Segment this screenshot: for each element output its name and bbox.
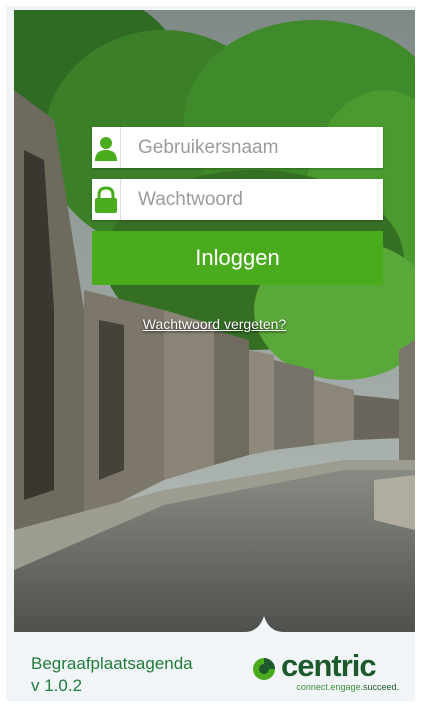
tagline-emphasis: succeed.	[362, 682, 399, 692]
lock-icon	[92, 179, 121, 220]
brand-tagline: connect.engage.succeed.	[296, 682, 399, 692]
login-button[interactable]: Inloggen	[92, 231, 383, 285]
background-photo: Inloggen Wachtwoord vergeten?	[14, 10, 415, 632]
footer: Begraafplaatsagenda v 1.0.2 centric conn…	[14, 632, 415, 701]
app-version: v 1.0.2	[31, 676, 83, 695]
login-form: Inloggen	[92, 127, 383, 285]
tagline-part: connect.engage.	[296, 682, 363, 692]
password-input[interactable]	[121, 180, 383, 219]
app-name: Begraafplaatsagenda	[31, 654, 193, 673]
user-icon	[92, 127, 121, 168]
forgot-password-link[interactable]: Wachtwoord vergeten?	[14, 316, 415, 332]
username-field	[92, 127, 383, 168]
brand-name: centric	[281, 648, 377, 683]
centric-logo-icon	[253, 658, 275, 680]
password-field	[92, 179, 383, 220]
username-input[interactable]	[121, 128, 383, 167]
brand-logo: centric connect.engage.succeed.	[251, 648, 401, 696]
app-info: Begraafplaatsagenda v 1.0.2	[31, 653, 193, 697]
